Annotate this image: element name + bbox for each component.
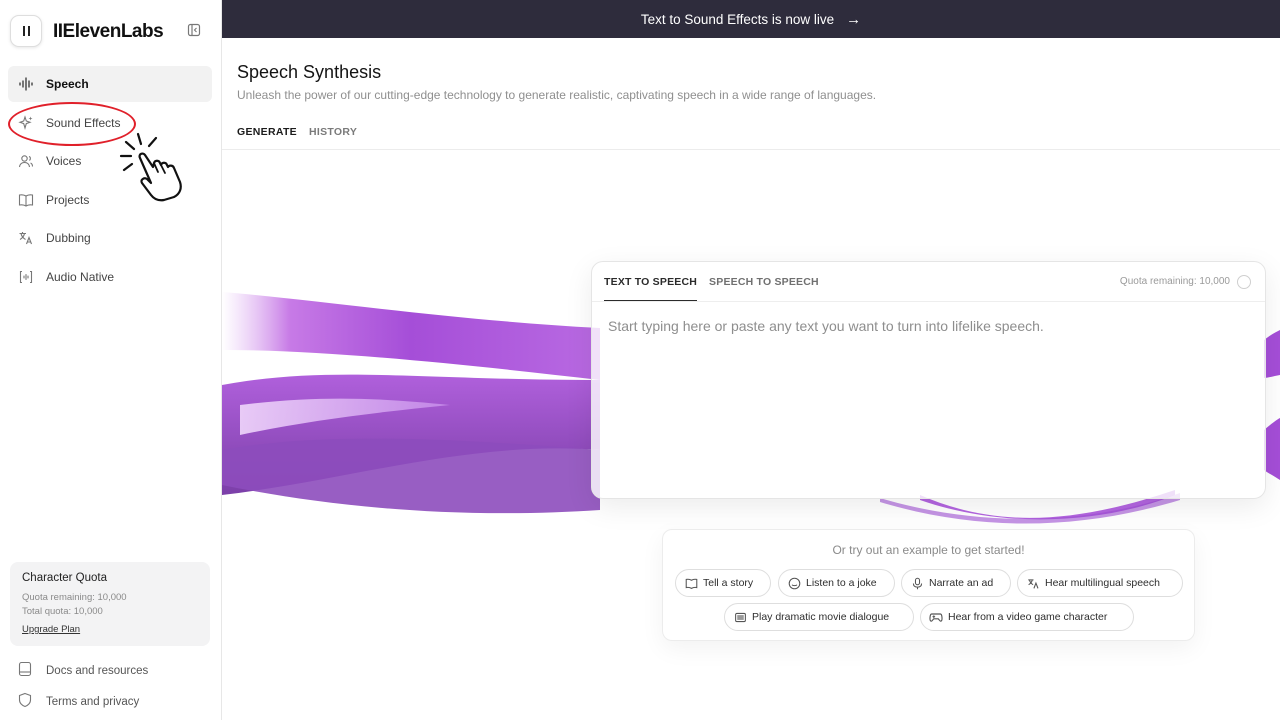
tab-text-to-speech[interactable]: TEXT TO SPEECH (604, 276, 698, 301)
tab-speech-to-speech[interactable]: SPEECH TO SPEECH (709, 276, 819, 301)
quota-total: Total quota: 10,000 (22, 606, 103, 617)
sidebar-item-projects[interactable]: Projects (8, 182, 212, 218)
tab-generate[interactable]: GENERATE (237, 124, 297, 150)
page-subtitle: Unleash the power of our cutting-edge te… (237, 88, 877, 102)
terms-privacy-link[interactable]: Terms and privacy (8, 688, 212, 716)
chip-label: Hear from a video game character (948, 611, 1108, 623)
film-icon (733, 610, 747, 624)
examples-panel: Or try out an example to get started! Te… (662, 529, 1195, 641)
chip-label: Tell a story (703, 577, 754, 589)
example-game-character-button[interactable]: Hear from a video game character (920, 603, 1134, 631)
docs-label: Docs and resources (46, 665, 149, 677)
example-narrate-ad-button[interactable]: Narrate an ad (901, 569, 1011, 597)
docs-icon (18, 661, 32, 682)
users-icon (18, 153, 34, 169)
editor-tabs: TEXT TO SPEECH SPEECH TO SPEECH (604, 276, 831, 301)
quota-progress-circle (1237, 275, 1251, 289)
examples-title: Or try out an example to get started! (832, 543, 1025, 557)
collapse-sidebar-icon[interactable] (187, 23, 201, 37)
translate-icon (1026, 576, 1040, 590)
microphone-icon (910, 576, 924, 590)
book-icon (18, 192, 34, 208)
chip-label: Hear multilingual speech (1045, 577, 1160, 589)
example-multilingual-button[interactable]: Hear multilingual speech (1017, 569, 1183, 597)
sidebar-item-dubbing[interactable]: Dubbing (8, 220, 212, 256)
pause-button[interactable] (10, 15, 42, 47)
sidebar-item-label: Projects (46, 192, 90, 207)
smile-icon (787, 576, 801, 590)
quota-remaining: Quota remaining: 10,000 (22, 592, 127, 603)
shield-icon (18, 692, 32, 713)
brand-logo: IIElevenLabs (53, 21, 164, 42)
waveform-icon (18, 76, 34, 92)
book-icon (684, 576, 698, 590)
tabs-divider (222, 149, 1280, 150)
editor-divider (592, 301, 1265, 302)
sparkles-icon (18, 114, 34, 131)
announcement-banner[interactable]: Text to Sound Effects is now live → (222, 0, 1280, 38)
editor-quota-remaining: Quota remaining: 10,000 (1119, 276, 1230, 287)
speech-text-input[interactable]: Start typing here or paste any text you … (608, 318, 1248, 334)
example-movie-dialogue-button[interactable]: Play dramatic movie dialogue (724, 603, 914, 631)
sidebar-nav: Speech Sound Effects Voices Projects Dub… (8, 66, 212, 298)
text-to-speech-card: TEXT TO SPEECH SPEECH TO SPEECH Quota re… (591, 261, 1266, 499)
terms-label: Terms and privacy (46, 696, 140, 708)
sidebar-item-label: Audio Native (46, 269, 115, 284)
sidebar-item-voices[interactable]: Voices (8, 143, 212, 179)
tab-history[interactable]: HISTORY (309, 124, 357, 150)
chip-label: Play dramatic movie dialogue (752, 611, 890, 623)
sidebar-item-label: Dubbing (46, 231, 91, 246)
main-tabs: GENERATE HISTORY (237, 124, 369, 150)
app-window: Text to Sound Effects is now live → IIEl… (0, 0, 1280, 720)
sidebar-item-label: Speech (46, 77, 89, 91)
quota-title: Character Quota (22, 572, 108, 584)
sidebar-item-label: Sound Effects (46, 115, 121, 130)
arrow-right-icon: → (846, 10, 862, 28)
sidebar-item-sound-effects[interactable]: Sound Effects (8, 105, 212, 141)
translate-icon (18, 230, 34, 246)
banner-text: Text to Sound Effects is now live (640, 11, 835, 27)
sidebar-item-label: Voices (46, 154, 82, 169)
character-quota-card: Character Quota Quota remaining: 10,000 … (10, 562, 210, 646)
sidebar-item-speech[interactable]: Speech (8, 66, 212, 102)
audio-embed-icon (18, 269, 34, 285)
upgrade-plan-link[interactable]: Upgrade Plan (22, 624, 80, 635)
page-title: Speech Synthesis (237, 62, 382, 82)
docs-resources-link[interactable]: Docs and resources (8, 657, 212, 685)
sidebar: IIElevenLabs Speech Sound Effects Voices… (0, 0, 222, 720)
chip-label: Listen to a joke (806, 577, 877, 589)
pause-icon (21, 26, 31, 36)
gamepad-icon (929, 610, 943, 624)
logo-row: IIElevenLabs (10, 15, 210, 49)
chip-label: Narrate an ad (929, 577, 994, 589)
sidebar-item-audio-native[interactable]: Audio Native (8, 259, 212, 295)
example-tell-story-button[interactable]: Tell a story (675, 569, 771, 597)
example-joke-button[interactable]: Listen to a joke (778, 569, 895, 597)
